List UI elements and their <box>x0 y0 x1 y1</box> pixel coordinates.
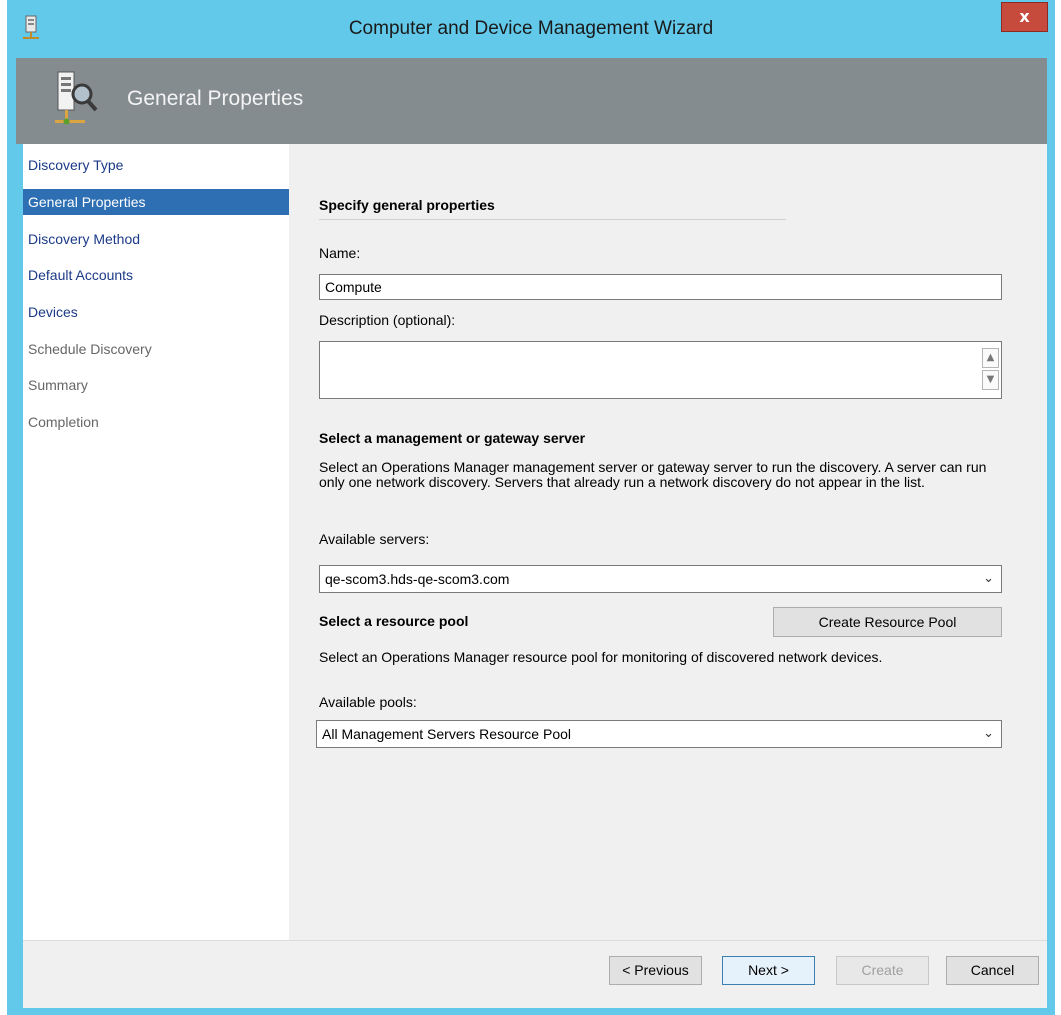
available-pools-label: Available pools: <box>319 694 417 710</box>
sidebar-item-general-properties[interactable]: General Properties <box>23 189 289 215</box>
window-bottom-border <box>23 1008 1047 1015</box>
header-title: General Properties <box>127 87 304 110</box>
section-title-pool: Select a resource pool <box>319 613 469 629</box>
create-resource-pool-button[interactable]: Create Resource Pool <box>773 607 1002 637</box>
title-bar[interactable]: Computer and Device Management Wizard x <box>7 0 1055 58</box>
sidebar-item-default-accounts[interactable]: Default Accounts <box>23 262 289 288</box>
name-input[interactable] <box>319 274 1002 300</box>
wizard-footer: < Previous Next > Create Cancel <box>23 940 1047 1008</box>
sidebar-item-discovery-type[interactable]: Discovery Type <box>23 152 289 178</box>
available-servers-label: Available servers: <box>319 531 430 547</box>
available-servers-dropdown[interactable]: qe-scom3.hds-qe-scom3.com ⌄ <box>319 565 1002 593</box>
close-button[interactable]: x <box>1001 2 1048 32</box>
window-title: Computer and Device Management Wizard <box>348 18 714 39</box>
server-description: Select an Operations Manager management … <box>319 459 987 490</box>
scroll-down-icon[interactable]: ▼ <box>982 370 999 390</box>
wizard-window: Computer and Device Management Wizard x … <box>7 0 1055 1015</box>
description-field[interactable]: ▲ ▼ <box>319 341 1002 399</box>
section-divider <box>319 219 786 220</box>
available-servers-value: qe-scom3.hds-qe-scom3.com <box>325 571 510 587</box>
sidebar-item-summary: Summary <box>28 377 88 393</box>
pool-description: Select an Operations Manager resource po… <box>319 649 883 665</box>
wizard-content: Specify general properties Name: Descrip… <box>289 144 1047 940</box>
previous-button[interactable]: < Previous <box>609 956 702 985</box>
wizard-header: General Properties <box>16 58 1047 144</box>
cancel-button[interactable]: Cancel <box>946 956 1039 985</box>
server-search-icon <box>55 71 98 125</box>
available-pools-dropdown[interactable]: All Management Servers Resource Pool ⌄ <box>316 720 1002 748</box>
scroll-up-icon[interactable]: ▲ <box>982 348 999 368</box>
create-button: Create <box>836 956 929 985</box>
chevron-down-icon: ⌄ <box>983 726 994 741</box>
next-button[interactable]: Next > <box>722 956 815 985</box>
description-label: Description (optional): <box>319 312 456 328</box>
sidebar-item-schedule-discovery: Schedule Discovery <box>28 341 152 357</box>
sidebar-item-discovery-method[interactable]: Discovery Method <box>23 226 289 252</box>
section-title-server: Select a management or gateway server <box>319 430 586 446</box>
available-pools-value: All Management Servers Resource Pool <box>322 726 572 742</box>
wizard-steps-sidebar: Discovery Type General Properties Discov… <box>23 144 289 940</box>
sidebar-item-completion: Completion <box>28 414 99 430</box>
close-icon: x <box>1019 7 1030 26</box>
sidebar-item-devices[interactable]: Devices <box>23 299 289 325</box>
name-label: Name: <box>319 245 361 261</box>
section-title-general: Specify general properties <box>319 197 495 213</box>
chevron-down-icon: ⌄ <box>983 571 994 586</box>
